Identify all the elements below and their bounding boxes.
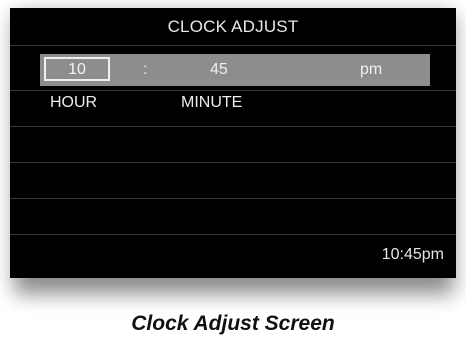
- clock-adjust-screen: CLOCK ADJUST 10 : 45 pm HOUR MINUTE 10:4…: [10, 8, 456, 278]
- row-divider: [10, 234, 456, 235]
- screen-title: CLOCK ADJUST: [167, 17, 299, 36]
- time-selection-bar[interactable]: 10 : 45 pm: [40, 54, 430, 86]
- time-separator: :: [143, 61, 148, 78]
- row-divider: [10, 90, 456, 91]
- figure-caption: Clock Adjust Screen: [131, 312, 335, 335]
- status-clock: 10:45pm: [381, 246, 444, 263]
- minute-label: MINUTE: [181, 94, 243, 111]
- am-pm-field[interactable]: pm: [360, 54, 382, 86]
- minute-field[interactable]: 45: [210, 54, 228, 86]
- row-divider: [10, 162, 456, 163]
- hour-field[interactable]: 10: [44, 57, 110, 81]
- hour-label: HOUR: [50, 94, 98, 111]
- row-divider: [10, 126, 456, 127]
- row-divider: [10, 198, 456, 199]
- page: CLOCK ADJUST 10 : 45 pm HOUR MINUTE 10:4…: [0, 0, 466, 347]
- row-divider: [10, 45, 456, 46]
